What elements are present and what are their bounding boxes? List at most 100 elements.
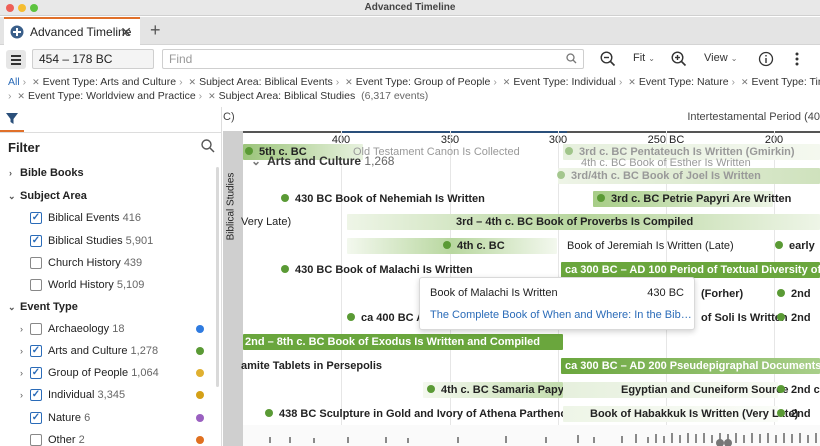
info-icon[interactable] xyxy=(758,51,774,67)
timeline-panel[interactable]: C) Intertestamental Period (40 400 350 3… xyxy=(223,107,820,446)
remove-filter-icon[interactable]: ✕ xyxy=(345,77,353,87)
event-label: 3rd c. BC Petrie Papyri Are Written xyxy=(611,193,792,205)
event-item[interactable]: Very Late) xyxy=(241,213,291,231)
breadcrumb-item[interactable]: Event Type: Nature xyxy=(639,76,729,88)
remove-filter-icon[interactable]: ✕ xyxy=(189,77,197,87)
event-item[interactable]: 3rd c. BC Petrie Papyri Are Written xyxy=(597,190,791,208)
find-input[interactable]: Find xyxy=(162,49,584,69)
add-tab-button[interactable]: + xyxy=(150,20,161,41)
event-density-strip[interactable] xyxy=(243,425,820,446)
event-item[interactable]: (Forher) xyxy=(701,285,743,303)
filter-option-church-history[interactable]: Church History 439 xyxy=(0,253,218,273)
remove-filter-icon[interactable]: ✕ xyxy=(741,77,749,87)
breadcrumb-all[interactable]: All xyxy=(8,76,20,88)
event-label: 4th c. BC xyxy=(457,240,505,252)
close-tab-icon[interactable]: ✕ xyxy=(120,24,132,41)
view-dropdown[interactable]: View ⌄ xyxy=(704,52,737,64)
checkbox[interactable]: ✓ xyxy=(30,412,42,424)
checkbox[interactable] xyxy=(30,434,42,446)
close-window-button[interactable] xyxy=(6,4,14,12)
fit-dropdown[interactable]: Fit ⌄ xyxy=(633,52,655,64)
event-item[interactable]: 2nd xyxy=(777,309,811,327)
option-count: 5,901 xyxy=(125,235,154,247)
breadcrumb-item[interactable]: Event Type: Individual xyxy=(513,76,616,88)
event-item[interactable]: Book of Habakkuk Is Written (Very Late) xyxy=(590,405,798,423)
filter-option-individual[interactable]: › ✓ Individual 3,345 xyxy=(0,385,218,405)
tooltip-source-link[interactable]: The Complete Book of When and Where: In … xyxy=(430,309,692,321)
sidebar-scrollbar[interactable] xyxy=(216,167,219,387)
checkbox[interactable]: ✓ xyxy=(30,367,42,379)
event-item[interactable]: 3rd – 4th c. BC Book of Proverbs Is Comp… xyxy=(456,213,693,231)
chevron-right-icon[interactable]: › xyxy=(20,363,23,383)
event-label: 2nd xyxy=(791,312,811,324)
remove-filter-icon[interactable]: ✕ xyxy=(503,77,511,87)
breadcrumb-item[interactable]: Subject Area: Biblical Studies xyxy=(219,90,356,102)
option-label: Biblical Events xyxy=(48,212,120,224)
group-header-arts-and-culture[interactable]: ⌄ Arts and Culture 1,268 xyxy=(251,154,394,168)
section-subject-area[interactable]: ⌄ Subject Area xyxy=(0,186,218,206)
option-count: 1,064 xyxy=(131,367,159,379)
filter-option-biblical-events[interactable]: ✓ Biblical Events 416 xyxy=(0,208,218,228)
filter-option-biblical-studies[interactable]: ✓ Biblical Studies 5,901 xyxy=(0,231,218,251)
chevron-down-icon: ⌄ xyxy=(8,302,16,312)
checkbox[interactable]: ✓ xyxy=(30,345,42,357)
checkbox[interactable] xyxy=(30,279,42,291)
event-item[interactable]: ca 400 BC A xyxy=(347,309,424,327)
filter-option-arts-and-culture[interactable]: › ✓ Arts and Culture 1,278 xyxy=(0,341,218,361)
checkbox[interactable]: ✓ xyxy=(30,389,42,401)
zoom-in-icon[interactable] xyxy=(671,51,687,67)
chevron-down-icon: ⌄ xyxy=(8,191,16,201)
event-item[interactable]: early xyxy=(775,237,815,255)
chevron-right-icon[interactable]: › xyxy=(20,385,23,405)
remove-filter-icon[interactable]: ✕ xyxy=(17,91,25,101)
breadcrumb-item[interactable]: Event Type: Worldview and Practice xyxy=(28,90,196,102)
checkbox[interactable] xyxy=(30,323,42,335)
remove-filter-icon[interactable]: ✕ xyxy=(32,77,40,87)
checkbox[interactable] xyxy=(30,257,42,269)
event-item[interactable]: 438 BC Sculpture in Gold and Ivory of At… xyxy=(265,405,573,423)
option-count: 439 xyxy=(123,257,143,269)
date-range-input[interactable]: 454 – 178 BC xyxy=(32,49,154,69)
period-label[interactable]: Intertestamental Period (40 xyxy=(687,111,820,123)
filter-option-group-of-people[interactable]: › ✓ Group of People 1,064 xyxy=(0,363,218,383)
filter-option-nature[interactable]: ✓ Nature 6 xyxy=(0,408,218,428)
event-item[interactable]: Book of Jeremiah Is Written (Late) xyxy=(567,237,734,255)
remove-filter-icon[interactable]: ✕ xyxy=(208,91,216,101)
event-item[interactable]: 2nd xyxy=(777,285,811,303)
checkbox[interactable]: ✓ xyxy=(30,235,42,247)
breadcrumb-item[interactable]: Subject Area: Biblical Events xyxy=(199,76,333,88)
event-item[interactable]: 2nd – 8th c. BC Book of Exodus Is Writte… xyxy=(245,333,540,351)
event-item[interactable]: 3rd/4th c. BC Book of Joel Is Written xyxy=(557,167,761,185)
tab-advanced-timeline[interactable]: Advanced Timeline ✕ xyxy=(4,17,140,45)
event-item[interactable]: 2nd xyxy=(777,405,811,423)
event-item[interactable]: amite Tablets in Persepolis xyxy=(241,357,382,375)
filter-tab[interactable] xyxy=(0,107,24,132)
event-item[interactable]: 4th c. BC Samaria Papyri xyxy=(427,381,571,399)
minimize-window-button[interactable] xyxy=(18,4,26,12)
remove-filter-icon[interactable]: ✕ xyxy=(628,77,636,87)
filter-option-world-history[interactable]: World History 5,109 xyxy=(0,275,218,295)
tooltip-date: 430 BC xyxy=(647,287,684,299)
event-item[interactable]: 430 BC Book of Nehemiah Is Written xyxy=(281,190,485,208)
event-item[interactable]: 2nd c xyxy=(777,381,820,399)
filter-option-other[interactable]: Other 2 xyxy=(0,430,218,446)
breadcrumb-item[interactable]: Event Type: Time Periods xyxy=(752,76,820,88)
checkbox[interactable]: ✓ xyxy=(30,212,42,224)
chevron-right-icon[interactable]: › xyxy=(20,341,23,361)
breadcrumb-item[interactable]: Event Type: Arts and Culture xyxy=(43,76,176,88)
search-icon[interactable] xyxy=(201,139,215,153)
event-item[interactable]: ca 300 BC – AD 200 Pseudepigraphal Docum… xyxy=(565,357,820,375)
event-item[interactable]: 4th c. BC xyxy=(443,237,505,255)
more-options-icon[interactable] xyxy=(794,51,800,67)
event-item[interactable]: of Soli Is Written xyxy=(701,309,788,327)
section-event-type[interactable]: ⌄ Event Type xyxy=(0,297,218,317)
section-bible-books[interactable]: › Bible Books xyxy=(0,163,218,183)
panel-menu-button[interactable] xyxy=(6,50,26,69)
tooltip-title: Book of Malachi Is Written xyxy=(430,287,558,299)
zoom-window-button[interactable] xyxy=(30,4,38,12)
filter-option-archaeology[interactable]: › Archaeology 18 xyxy=(0,319,218,339)
event-item[interactable]: Egyptian and Cuneiform Source xyxy=(621,381,788,399)
zoom-out-icon[interactable] xyxy=(600,51,616,67)
breadcrumb-item[interactable]: Event Type: Group of People xyxy=(356,76,491,88)
chevron-right-icon[interactable]: › xyxy=(20,319,23,339)
